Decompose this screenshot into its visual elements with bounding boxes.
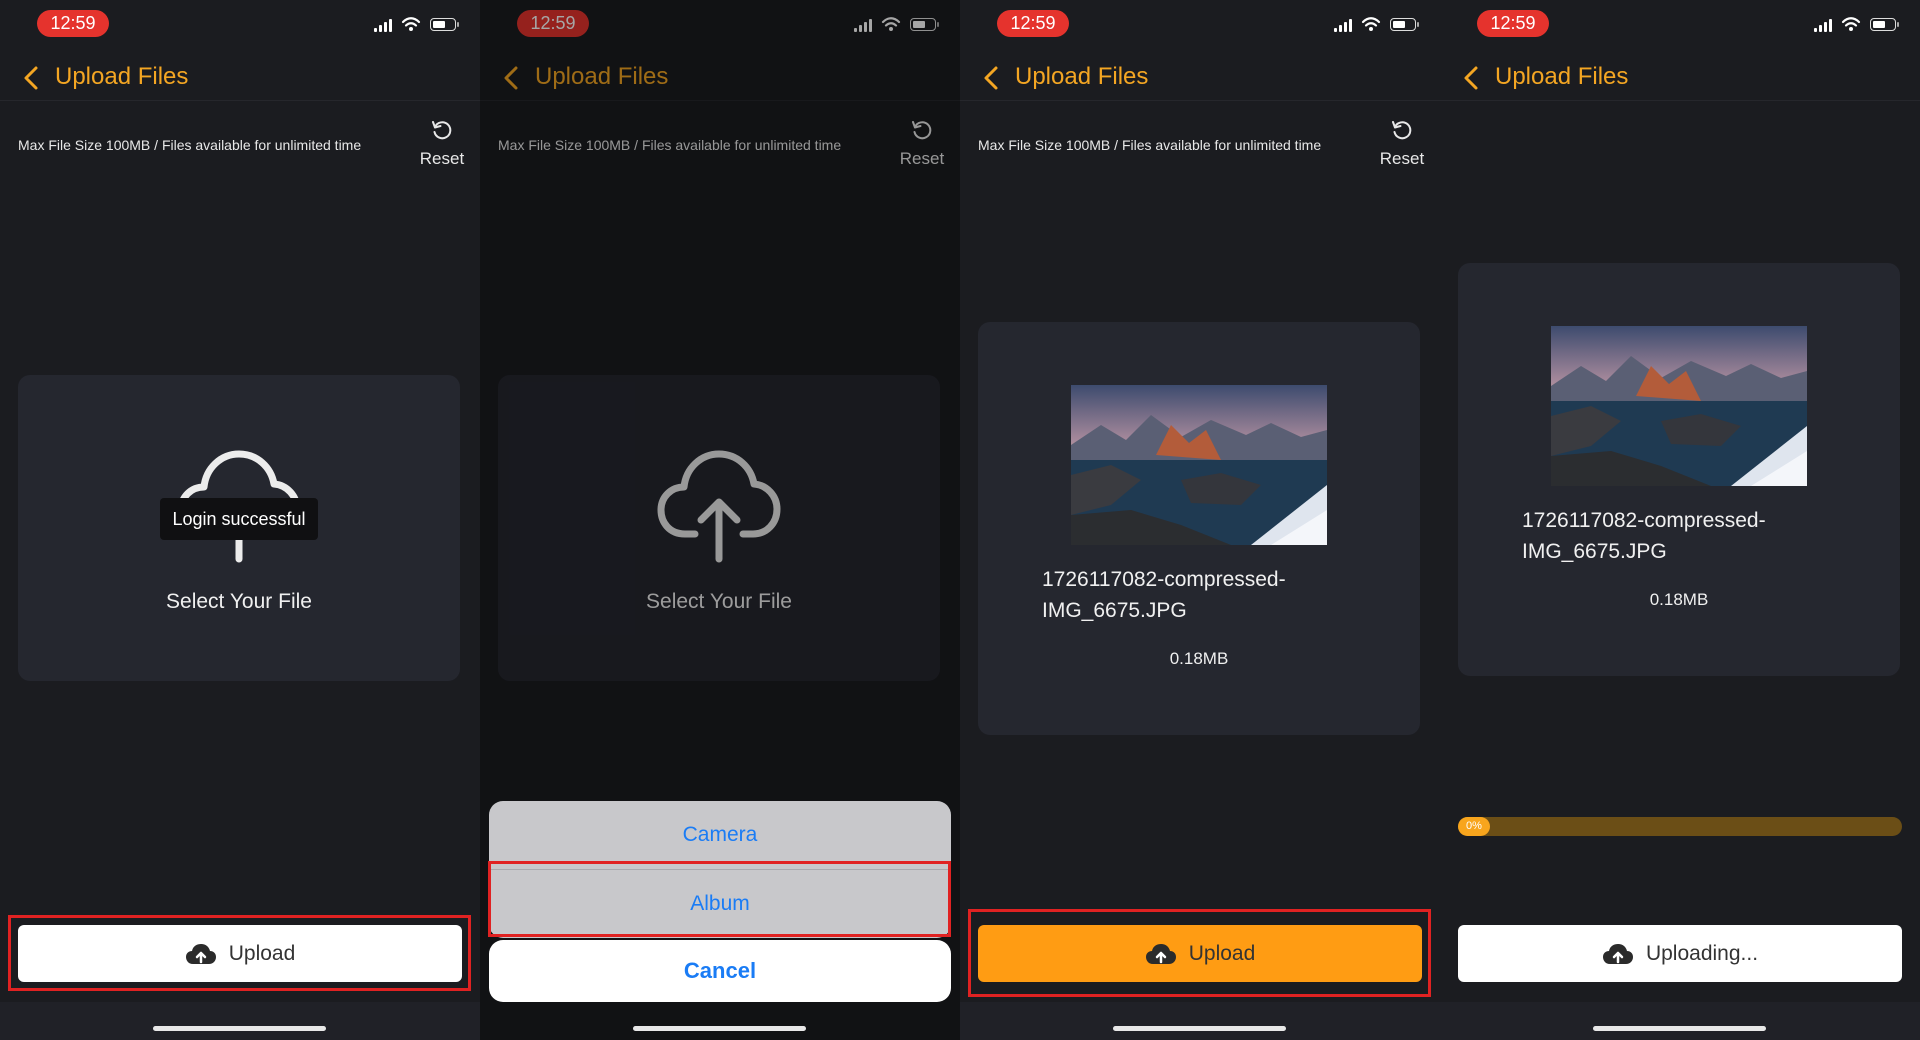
status-time: 12:59 (997, 10, 1069, 37)
highlight-box (488, 861, 951, 937)
signal-icon (374, 18, 392, 32)
cloud-upload-icon (185, 943, 217, 965)
reset-label: Reset (1379, 149, 1425, 168)
reset-icon (1390, 118, 1414, 142)
uploading-label: Uploading... (1645, 941, 1759, 965)
login-toast: Login successful (160, 498, 318, 540)
selected-file-card: 1726117082-compressed- IMG_6675.JPG 0.18… (1458, 263, 1900, 676)
status-time: 12:59 (37, 10, 109, 37)
file-name-line2: IMG_6675.JPG (1522, 540, 1667, 563)
back-icon[interactable] (980, 64, 1004, 92)
cloud-upload-icon (1602, 943, 1634, 965)
battery-icon (1390, 18, 1419, 31)
reset-button[interactable]: Reset (1372, 118, 1432, 169)
status-icons (374, 17, 459, 32)
screen-1: 12:59 Upload Files Max File Size 100MB /… (0, 0, 480, 1040)
home-indicator (1113, 1026, 1286, 1031)
status-time: 12:59 (1477, 10, 1549, 37)
progress-percent: 0% (1458, 817, 1490, 836)
upload-button[interactable]: Upload (18, 925, 462, 982)
upload-label: Upload (228, 941, 296, 965)
wifi-icon (1841, 17, 1861, 32)
wifi-icon (1361, 17, 1381, 32)
file-size: 0.18MB (1649, 590, 1709, 609)
upload-label: Upload (1188, 941, 1256, 965)
file-name: 1726117082-compressed- IMG_6675.JPG (1522, 505, 1766, 567)
home-indicator (633, 1026, 806, 1031)
file-thumbnail (1071, 385, 1327, 545)
signal-icon (1814, 18, 1832, 32)
home-indicator (153, 1026, 326, 1031)
reset-icon (430, 118, 454, 142)
nav-header: Upload Files (0, 56, 480, 101)
reset-label: Reset (419, 149, 465, 168)
battery-icon (430, 18, 459, 31)
select-file-label: Select Your File (166, 590, 312, 613)
page-title: Upload Files (55, 63, 189, 90)
screen-3: 12:59 Upload Files Max File Size 100MB /… (960, 0, 1440, 1040)
screen-4: 12:59 Upload Files 1726117082-compressed… (1440, 0, 1920, 1040)
bottom-bar (0, 1002, 480, 1040)
back-icon[interactable] (20, 64, 44, 92)
cloud-upload-icon (1145, 943, 1177, 965)
battery-icon (1870, 18, 1899, 31)
camera-option[interactable]: Camera (489, 801, 951, 869)
back-icon[interactable] (1460, 64, 1484, 92)
reset-button[interactable]: Reset (412, 118, 472, 169)
file-limit-info: Max File Size 100MB / Files available fo… (18, 137, 362, 153)
bottom-bar (1440, 1002, 1920, 1040)
status-icons (1814, 17, 1899, 32)
selected-file-card[interactable]: 1726117082-compressed- IMG_6675.JPG 0.18… (978, 322, 1420, 735)
signal-icon (1334, 18, 1352, 32)
upload-button[interactable]: Upload (978, 925, 1422, 982)
status-icons (1334, 17, 1419, 32)
file-name-line1: 1726117082-compressed- (1522, 509, 1766, 532)
file-name-line2: IMG_6675.JPG (1042, 599, 1187, 622)
screen-2: 12:59 Upload Files Max File Size 100MB /… (480, 0, 960, 1040)
page-title: Upload Files (1015, 63, 1149, 90)
file-name: 1726117082-compressed- IMG_6675.JPG (1042, 564, 1286, 626)
file-name-line1: 1726117082-compressed- (1042, 568, 1286, 591)
file-thumbnail (1551, 326, 1807, 486)
nav-header: Upload Files (1440, 56, 1920, 101)
wifi-icon (401, 17, 421, 32)
home-indicator (1593, 1026, 1766, 1031)
uploading-button[interactable]: Uploading... (1458, 925, 1902, 982)
file-size: 0.18MB (1169, 649, 1229, 668)
bottom-bar (960, 1002, 1440, 1040)
page-title: Upload Files (1495, 63, 1629, 90)
upload-progress-bar: 0% (1458, 817, 1902, 836)
cancel-button[interactable]: Cancel (489, 940, 951, 1002)
nav-header: Upload Files (960, 56, 1440, 101)
file-limit-info: Max File Size 100MB / Files available fo… (978, 137, 1322, 153)
